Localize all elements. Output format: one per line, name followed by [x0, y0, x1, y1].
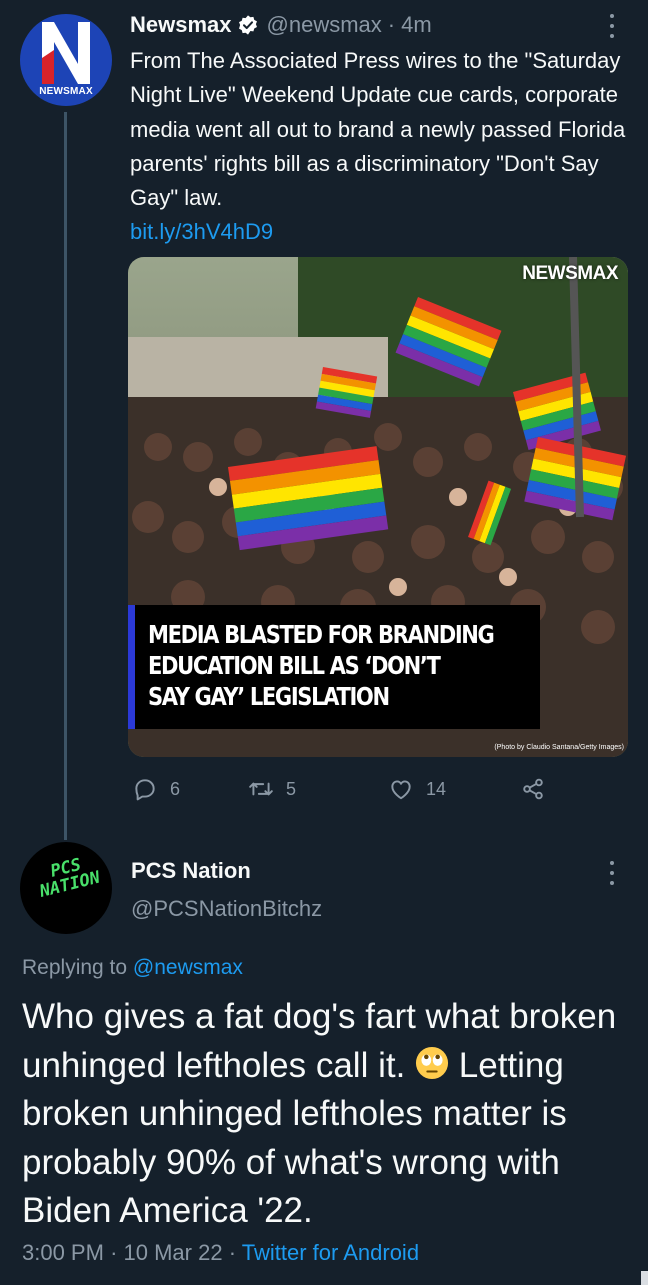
retweet-icon: [249, 782, 273, 796]
reply-date[interactable]: 10 Mar 22: [124, 1240, 223, 1265]
tweet-text: From The Associated Press wires to the "…: [130, 44, 635, 250]
tweet-actions: 6 5 14: [130, 776, 560, 806]
like-button[interactable]: 14: [388, 776, 446, 802]
headline-line-2: EDUCATION BILL AS ‘DON’T: [148, 651, 441, 680]
retweet-count: 5: [286, 778, 297, 799]
replying-to-line: Replying to @newsmax: [22, 956, 243, 980]
reply-count: 6: [170, 778, 181, 799]
more-icon[interactable]: [609, 14, 615, 38]
reply-client[interactable]: Twitter for Android: [242, 1240, 419, 1265]
thread-connector-line: [64, 112, 67, 840]
meta-separator-2: ·: [228, 1240, 237, 1265]
tweet-header: Newsmax @newsmax · 4m: [130, 10, 432, 40]
reply-text: Who gives a fat dog's fart what broken u…: [22, 993, 632, 1236]
author-name[interactable]: Newsmax: [130, 12, 232, 38]
author-handle[interactable]: @newsmax: [267, 12, 382, 38]
like-count: 14: [426, 778, 447, 799]
more-icon[interactable]: [609, 861, 615, 885]
like-icon: [391, 780, 411, 800]
reply-icon: [135, 779, 155, 801]
pcs-nation-logo: PCS NATION: [23, 850, 112, 903]
tweet-media-image[interactable]: NEWSMAX MEDIA BLASTED FOR BRANDING EDUCA…: [128, 257, 628, 757]
retweet-button[interactable]: 5: [248, 776, 296, 802]
meta-separator-1: ·: [110, 1240, 118, 1265]
header-separator: ·: [387, 12, 396, 37]
tweet-time[interactable]: 4m: [401, 12, 432, 38]
rolling-eyes-emoji-icon: [415, 1046, 449, 1079]
newsmax-n-logo: [42, 22, 90, 84]
share-button[interactable]: [520, 776, 558, 802]
tweet-body: From The Associated Press wires to the "…: [130, 48, 626, 211]
reply-button[interactable]: 6: [132, 776, 180, 802]
reply-meta: 3:00 PM · 10 Mar 22 · Twitter for Androi…: [22, 1240, 419, 1266]
reply-author-name[interactable]: PCS Nation: [131, 858, 251, 884]
pcs-nation-avatar[interactable]: PCS NATION: [20, 842, 112, 934]
reply-time[interactable]: 3:00 PM: [22, 1240, 104, 1265]
share-icon: [523, 778, 543, 800]
newsmax-avatar[interactable]: NEWSMAX: [20, 14, 112, 106]
headline-banner: MEDIA BLASTED FOR BRANDING EDUCATION BIL…: [128, 605, 540, 729]
newsmax-avatar-label: NEWSMAX: [39, 86, 93, 97]
headline-line-3: SAY GAY’ LEGISLATION: [148, 682, 390, 711]
verified-badge-icon: [238, 15, 257, 35]
tweet-link[interactable]: bit.ly/3hV4hD9: [130, 215, 635, 249]
headline-line-1: MEDIA BLASTED FOR BRANDING: [148, 620, 495, 649]
corner-edge-artifact: [641, 1271, 648, 1285]
newsmax-watermark: NEWSMAX: [522, 263, 618, 284]
photo-credit: (Photo by Claudio Santana/Getty Images): [494, 744, 624, 751]
replying-to-mention[interactable]: @newsmax: [133, 956, 243, 979]
reply-author-handle[interactable]: @PCSNationBitchz: [131, 896, 322, 922]
replying-to-prefix: Replying to: [22, 956, 128, 979]
